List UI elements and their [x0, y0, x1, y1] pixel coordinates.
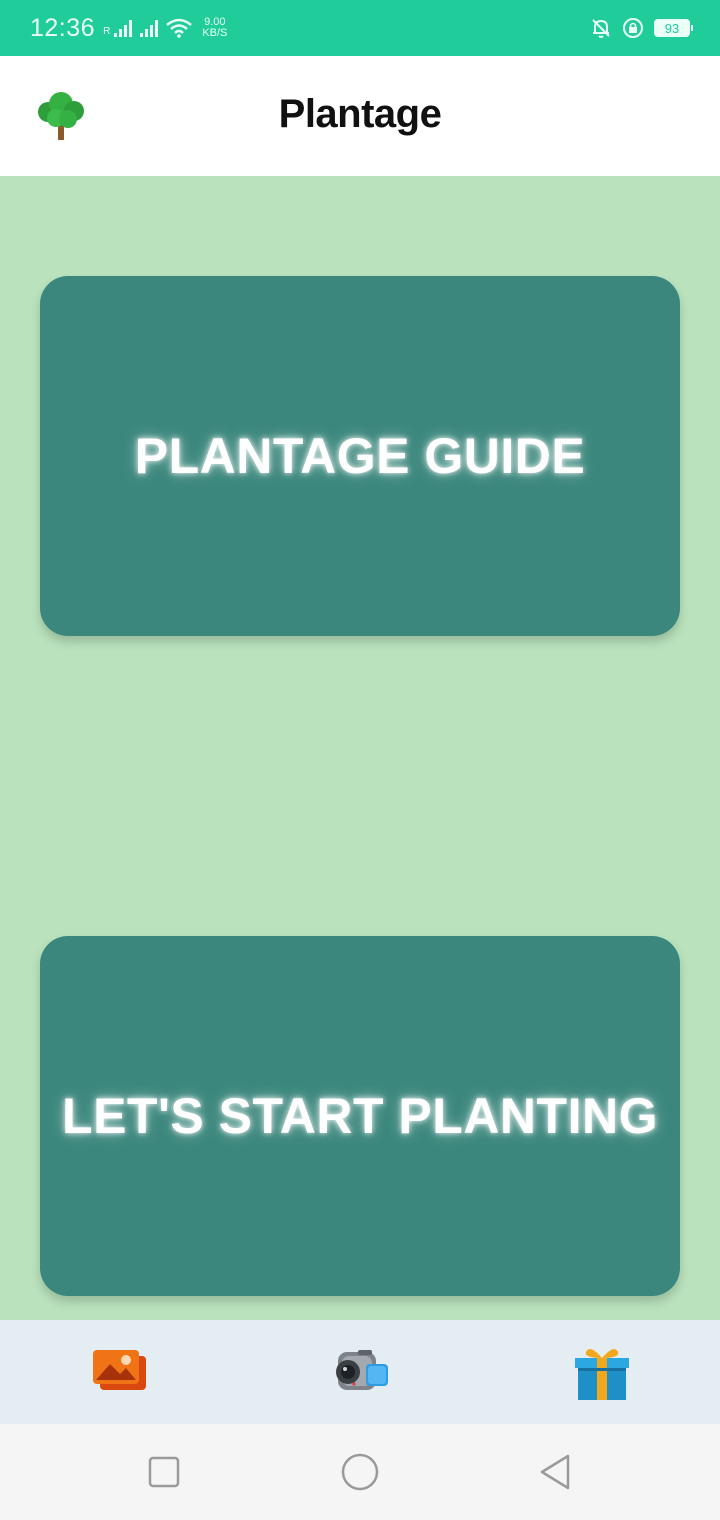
roaming-indicator: R	[103, 26, 111, 37]
status-left: 12:36 R 9.00 KB/S	[30, 14, 227, 43]
back-triangle-icon	[540, 1454, 570, 1490]
gallery-nav-button[interactable]	[88, 1342, 152, 1402]
status-bar: 12:36 R 9.00 KB/S 93	[0, 0, 720, 56]
wifi-icon	[166, 18, 193, 38]
plantage-guide-button[interactable]: PLANTAGE GUIDE	[40, 276, 680, 636]
video-camera-nav-button[interactable]	[328, 1342, 392, 1402]
gift-icon	[575, 1349, 629, 1400]
recents-button[interactable]	[144, 1452, 184, 1492]
start-planting-button[interactable]: LET'S START PLANTING	[40, 936, 680, 1296]
gallery-icon	[93, 1350, 146, 1390]
status-time: 12:36	[30, 13, 96, 42]
gift-nav-button[interactable]	[570, 1342, 634, 1402]
net-speed: 9.00 KB/S	[202, 17, 227, 39]
bell-off-icon	[592, 19, 610, 38]
status-right: 93	[590, 17, 693, 39]
system-nav-bar	[0, 1424, 720, 1520]
start-planting-label: LET'S START PLANTING	[62, 1088, 658, 1144]
app-title: Plantage	[278, 92, 442, 136]
signal-icon-2	[140, 19, 159, 37]
home-button[interactable]	[340, 1452, 380, 1492]
battery-icon: 93	[654, 19, 693, 37]
plantage-guide-label: PLANTAGE GUIDE	[134, 428, 586, 484]
home-circle-icon	[341, 1453, 379, 1491]
net-speed-unit: KB/S	[202, 27, 228, 39]
app-bar: Plantage	[0, 56, 720, 176]
bottom-nav	[0, 1320, 720, 1424]
rotation-lock-icon	[623, 18, 643, 38]
signal-icon: R	[103, 19, 133, 37]
recents-square-icon	[148, 1456, 180, 1488]
video-camera-icon	[336, 1350, 388, 1390]
back-button[interactable]	[536, 1452, 576, 1492]
